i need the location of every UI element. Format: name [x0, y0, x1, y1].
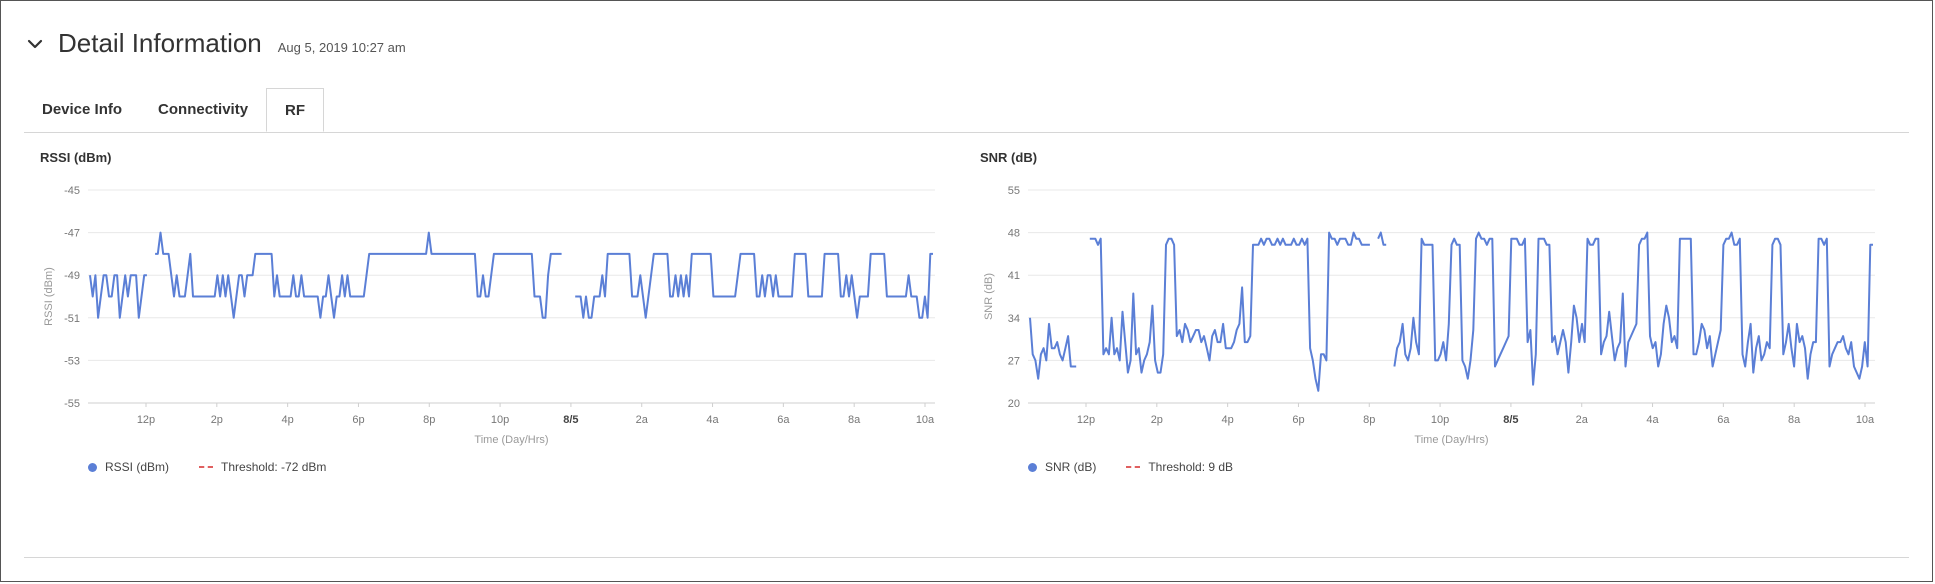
- rssi-legend: RSSI (dBm) Threshold: -72 dBm: [88, 460, 326, 474]
- x-tick-label: 4a: [1646, 414, 1659, 426]
- threshold-dash-icon: [1126, 466, 1141, 468]
- x-tick-label: 10a: [916, 414, 935, 426]
- x-tick-label: 8p: [423, 414, 435, 426]
- snr-chart: SNR (dB) 55 48 41 34 27 20 12p 2p 4p 6p 8p 10p 8/5 2a…: [980, 150, 1900, 480]
- chevron-down-icon[interactable]: [24, 33, 46, 55]
- tab-rf[interactable]: RF: [266, 88, 325, 132]
- y-tick-label: 20: [1008, 398, 1020, 410]
- y-tick-label: 48: [1008, 228, 1020, 240]
- y-tick-label: 34: [1008, 313, 1020, 325]
- x-tick-label: 4a: [706, 414, 719, 426]
- x-tick-label: 6p: [352, 414, 364, 426]
- y-tick-label: 27: [1008, 355, 1020, 367]
- series-line: [1029, 231, 1873, 392]
- y-tick-label: -55: [64, 398, 80, 410]
- series-dot-icon: [1028, 462, 1037, 472]
- tab-divider: [24, 132, 1909, 133]
- legend-threshold-label[interactable]: Threshold: -72 dBm: [221, 460, 326, 474]
- y-tick-label: -49: [64, 270, 80, 282]
- x-tick-label: 10a: [1856, 414, 1875, 426]
- page-title: Detail Information: [58, 28, 262, 58]
- x-tick-label: 2p: [211, 414, 223, 426]
- rssi-chart-svg: -45 -47 -49 -51 -53 -55 12p 2p 4p 6p 8p 10p 8/5 2a 4a 6…: [43, 185, 935, 446]
- x-tick-label: 12p: [1077, 414, 1095, 426]
- y-axis-label: SNR (dB): [983, 273, 995, 320]
- snr-legend: SNR (dB) Threshold: 9 dB: [1028, 460, 1233, 474]
- detail-header: Detail Information Aug 5, 2019 10:27 am: [24, 28, 406, 59]
- x-axis-label: Time (Day/Hrs): [1414, 434, 1488, 446]
- y-axis-label: RSSI (dBm): [43, 267, 55, 326]
- x-tick-label: 8/5: [1503, 414, 1518, 426]
- legend-series-label[interactable]: SNR (dB): [1045, 460, 1096, 474]
- x-tick-label: 8/5: [563, 414, 578, 426]
- x-tick-label: 4p: [1222, 414, 1234, 426]
- x-tick-label: 2a: [636, 414, 649, 426]
- timestamp: Aug 5, 2019 10:27 am: [277, 40, 406, 55]
- x-tick-label: 2a: [1576, 414, 1589, 426]
- x-tick-label: 10p: [491, 414, 509, 426]
- section-divider: [24, 557, 1909, 558]
- x-tick-label: 8p: [1363, 414, 1375, 426]
- tab-bar: Device Info Connectivity RF: [24, 88, 325, 132]
- y-tick-label: 55: [1008, 185, 1020, 197]
- legend-series-label[interactable]: RSSI (dBm): [105, 460, 169, 474]
- y-tick-label: 41: [1008, 270, 1020, 282]
- y-tick-label: -45: [64, 185, 80, 197]
- tab-device-info[interactable]: Device Info: [24, 88, 140, 132]
- x-tick-label: 6a: [1717, 414, 1730, 426]
- x-tick-label: 10p: [1431, 414, 1449, 426]
- rssi-chart: RSSI (dBm) -45 -47 -49 -51 -53 -55 12p 2p 4p 6p 8p…: [40, 150, 960, 480]
- y-tick-label: -53: [64, 355, 80, 367]
- y-tick-label: -47: [64, 228, 80, 240]
- tab-connectivity[interactable]: Connectivity: [140, 88, 266, 132]
- x-tick-label: 8a: [1788, 414, 1801, 426]
- y-tick-label: -51: [64, 313, 80, 325]
- legend-threshold-label[interactable]: Threshold: 9 dB: [1148, 460, 1233, 474]
- threshold-dash-icon: [199, 466, 214, 468]
- series-dot-icon: [88, 462, 97, 472]
- x-tick-label: 12p: [137, 414, 155, 426]
- x-tick-label: 6a: [777, 414, 790, 426]
- x-tick-label: 4p: [282, 414, 294, 426]
- snr-chart-svg: 55 48 41 34 27 20 12p 2p 4p 6p 8p 10p 8/5 2a 4a 6a 8a 10a…: [983, 185, 1875, 446]
- x-axis-label: Time (Day/Hrs): [474, 434, 548, 446]
- x-tick-label: 8a: [848, 414, 861, 426]
- x-tick-label: 6p: [1292, 414, 1304, 426]
- x-tick-label: 2p: [1151, 414, 1163, 426]
